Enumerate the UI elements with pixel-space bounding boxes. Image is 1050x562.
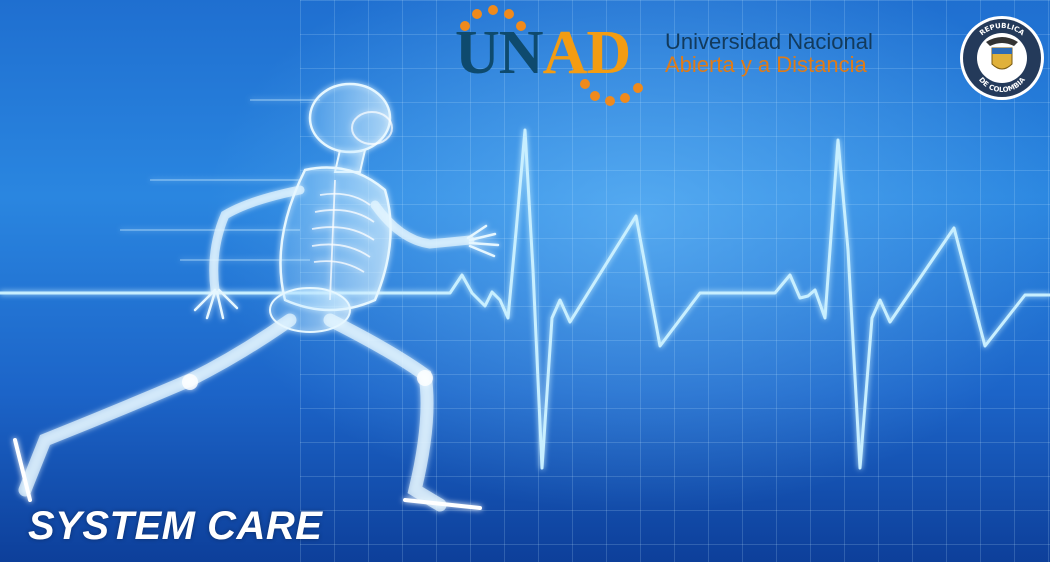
unad-wordmark: UNAD [455, 19, 632, 87]
banner: UNAD Universidad Nacional Abierta y a Di… [0, 0, 1050, 562]
university-name-line1: Universidad Nacional [665, 29, 873, 54]
colombia-coat-of-arms-seal-icon: REPUBLICA DE COLOMBIA [960, 16, 1044, 100]
university-name: Universidad Nacional Abierta y a Distanc… [665, 30, 873, 76]
unad-wordmark-part2: AD [542, 19, 632, 87]
unad-logo[interactable]: UNAD Universidad Nacional Abierta y a Di… [445, 4, 925, 114]
unad-wordmark-part1: UN [455, 19, 544, 87]
banner-title: SYSTEM CARE [28, 504, 323, 548]
runner-xray-figure [13, 82, 500, 512]
university-name-line2: Abierta y a Distancia [665, 52, 867, 78]
